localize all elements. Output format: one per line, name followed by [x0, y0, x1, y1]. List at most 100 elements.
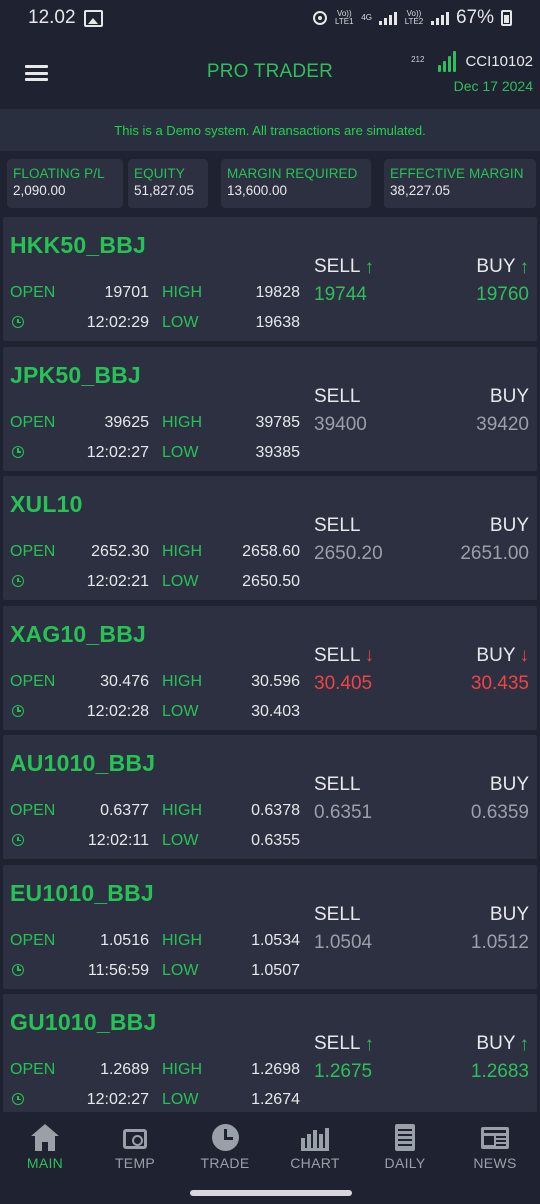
sell-price[interactable]: 2650.20	[314, 543, 383, 565]
chart-icon	[300, 1124, 330, 1152]
high-value: 1.2698	[251, 1061, 300, 1078]
buy-button[interactable]: BUY	[490, 515, 529, 537]
sell-button[interactable]: SELL	[314, 774, 360, 796]
high-value: 39785	[255, 413, 301, 431]
nav-label: TRADE	[200, 1155, 250, 1171]
sell-price[interactable]: 19744	[314, 284, 367, 306]
sell-button[interactable]: SELL	[314, 904, 360, 926]
buy-price[interactable]: 0.6359	[471, 802, 529, 824]
gesture-bar[interactable]	[190, 1190, 352, 1196]
nav-news[interactable]: NEWS	[450, 1124, 540, 1171]
summary-floating-pl: FLOATING P/L 2,090.00	[7, 159, 123, 208]
sell-button[interactable]: SELL ↓	[314, 645, 374, 667]
high-value: 2658.60	[242, 543, 300, 560]
open-value: 19701	[104, 284, 150, 301]
bottom-nav: MAIN TEMP TRADE CHART DAILY NEWS	[0, 1112, 540, 1174]
quote-time: 12:02:11	[87, 832, 149, 849]
arrow-up-icon: ↑	[364, 1033, 374, 1055]
low-label: LOW	[162, 443, 199, 461]
open-label: OPEN	[10, 543, 56, 560]
low-value: 2650.50	[242, 573, 300, 590]
open-value: 30.476	[100, 672, 149, 690]
buy-price[interactable]: 30.435	[471, 673, 529, 695]
nav-temp[interactable]: TEMP	[90, 1124, 180, 1171]
low-label: LOW	[162, 832, 199, 849]
open-label: OPEN	[10, 1061, 56, 1078]
quote-symbol: HKK50_BBJ	[10, 232, 147, 258]
quote-time: 12:02:27	[86, 1091, 149, 1108]
buy-price[interactable]: 1.0512	[471, 932, 529, 954]
buy-button[interactable]: BUY ↑	[476, 1033, 529, 1055]
sell-button[interactable]: SELL ↑	[314, 256, 374, 278]
buy-price[interactable]: 2651.00	[460, 543, 529, 565]
nav-main[interactable]: MAIN	[0, 1124, 90, 1171]
sell-button[interactable]: SELL ↑	[314, 1033, 374, 1055]
sell-price[interactable]: 1.2675	[314, 1061, 372, 1083]
hotspot-icon	[313, 11, 328, 25]
clock-icon	[12, 316, 24, 328]
sell-label: SELL	[314, 1033, 361, 1054]
buy-label: BUY	[489, 515, 529, 536]
clock-icon	[12, 1093, 24, 1105]
app-header: PRO TRADER 212 CCI10102 Dec 17 2024	[0, 36, 540, 108]
buy-button[interactable]: BUY	[490, 774, 529, 796]
low-label: LOW	[162, 702, 199, 720]
buy-price[interactable]: 1.2683	[471, 1061, 529, 1083]
buy-button[interactable]: BUY ↓	[476, 645, 529, 667]
high-label: HIGH	[162, 543, 202, 560]
quote-card[interactable]: JPK50_BBJ OPEN 39625 HIGH 39785 12:02:27 LOW 39…	[3, 346, 537, 471]
status-bar: 12.02 Vo)) LTE1 4G Vo)) LTE2 67%	[0, 0, 540, 36]
summary-value: 38,227.05	[390, 183, 451, 198]
high-value: 1.0534	[251, 931, 300, 949]
status-left: 12.02	[28, 7, 103, 29]
quote-card[interactable]: HKK50_BBJ OPEN 19701 HIGH 19828 12:02:29 LOW 19…	[3, 217, 537, 341]
nav-label: MAIN	[26, 1155, 64, 1171]
quote-time: 11:56:59	[87, 961, 149, 979]
buy-price[interactable]: 19760	[476, 284, 529, 306]
nav-label: DAILY	[384, 1155, 426, 1171]
sell-button[interactable]: SELL	[314, 386, 360, 408]
low-label: LOW	[162, 573, 199, 590]
open-label: OPEN	[10, 413, 56, 431]
arrow-down-icon: ↓	[364, 645, 374, 666]
quote-card[interactable]: EU1010_BBJ OPEN 1.0516 HIGH 1.0534 11:56:59 LO…	[3, 864, 537, 989]
arrow-up-icon: ↑	[519, 256, 530, 278]
low-label: LOW	[162, 314, 199, 331]
sell-button[interactable]: SELL	[314, 515, 360, 537]
nav-trade[interactable]: TRADE	[180, 1124, 270, 1171]
quote-symbol: JPK50_BBJ	[10, 361, 141, 388]
quote-card[interactable]: GU1010_BBJ OPEN 1.2689 HIGH 1.2698 12:02:27 LO…	[3, 994, 537, 1112]
quote-card[interactable]: XAG10_BBJ OPEN 30.476 HIGH 30.596 12:02:28 LOW…	[3, 605, 537, 730]
summary-label: MARGIN REQUIRED	[227, 166, 358, 181]
connection-signal-icon	[438, 50, 457, 72]
temp-icon	[120, 1124, 150, 1152]
network-4g: 4G	[361, 13, 372, 22]
open-label: OPEN	[10, 672, 56, 690]
high-label: HIGH	[162, 413, 202, 431]
quote-list[interactable]: HKK50_BBJ OPEN 19701 HIGH 19828 12:02:29 LOW 19…	[0, 215, 540, 1112]
buy-button[interactable]: BUY ↑	[476, 256, 529, 278]
sell-price[interactable]: 0.6351	[314, 802, 372, 824]
high-value: 30.596	[251, 672, 300, 690]
quote-card[interactable]: AU1010_BBJ OPEN 0.6377 HIGH 0.6378 12:02:11 LO…	[3, 735, 537, 859]
buy-button[interactable]: BUY	[490, 904, 529, 926]
sell-price[interactable]: 1.0504	[314, 932, 372, 954]
summary-effective-margin: EFFECTIVE MARGIN 38,227.05	[384, 159, 536, 208]
quote-symbol: AU1010_BBJ	[10, 750, 156, 776]
summary-value: 13,600.00	[227, 183, 288, 198]
quote-card[interactable]: XUL10 OPEN 2652.30 HIGH 2658.60 12:02:21 LOW 26…	[3, 476, 537, 600]
clock-icon	[210, 1124, 240, 1152]
buy-button[interactable]: BUY	[490, 386, 529, 408]
low-value: 1.0507	[251, 961, 300, 979]
nav-daily[interactable]: DAILY	[360, 1124, 450, 1171]
quote-time: 12:02:27	[86, 443, 149, 461]
buy-price[interactable]: 39420	[476, 414, 529, 436]
battery-icon	[501, 10, 512, 26]
low-value: 1.2674	[251, 1091, 300, 1108]
sell-price[interactable]: 30.405	[314, 673, 372, 695]
low-value: 30.403	[251, 702, 300, 720]
sell-price[interactable]: 39400	[314, 414, 367, 436]
low-label: LOW	[162, 961, 199, 979]
nav-chart[interactable]: CHART	[270, 1124, 360, 1171]
high-value: 0.6378	[251, 802, 300, 819]
